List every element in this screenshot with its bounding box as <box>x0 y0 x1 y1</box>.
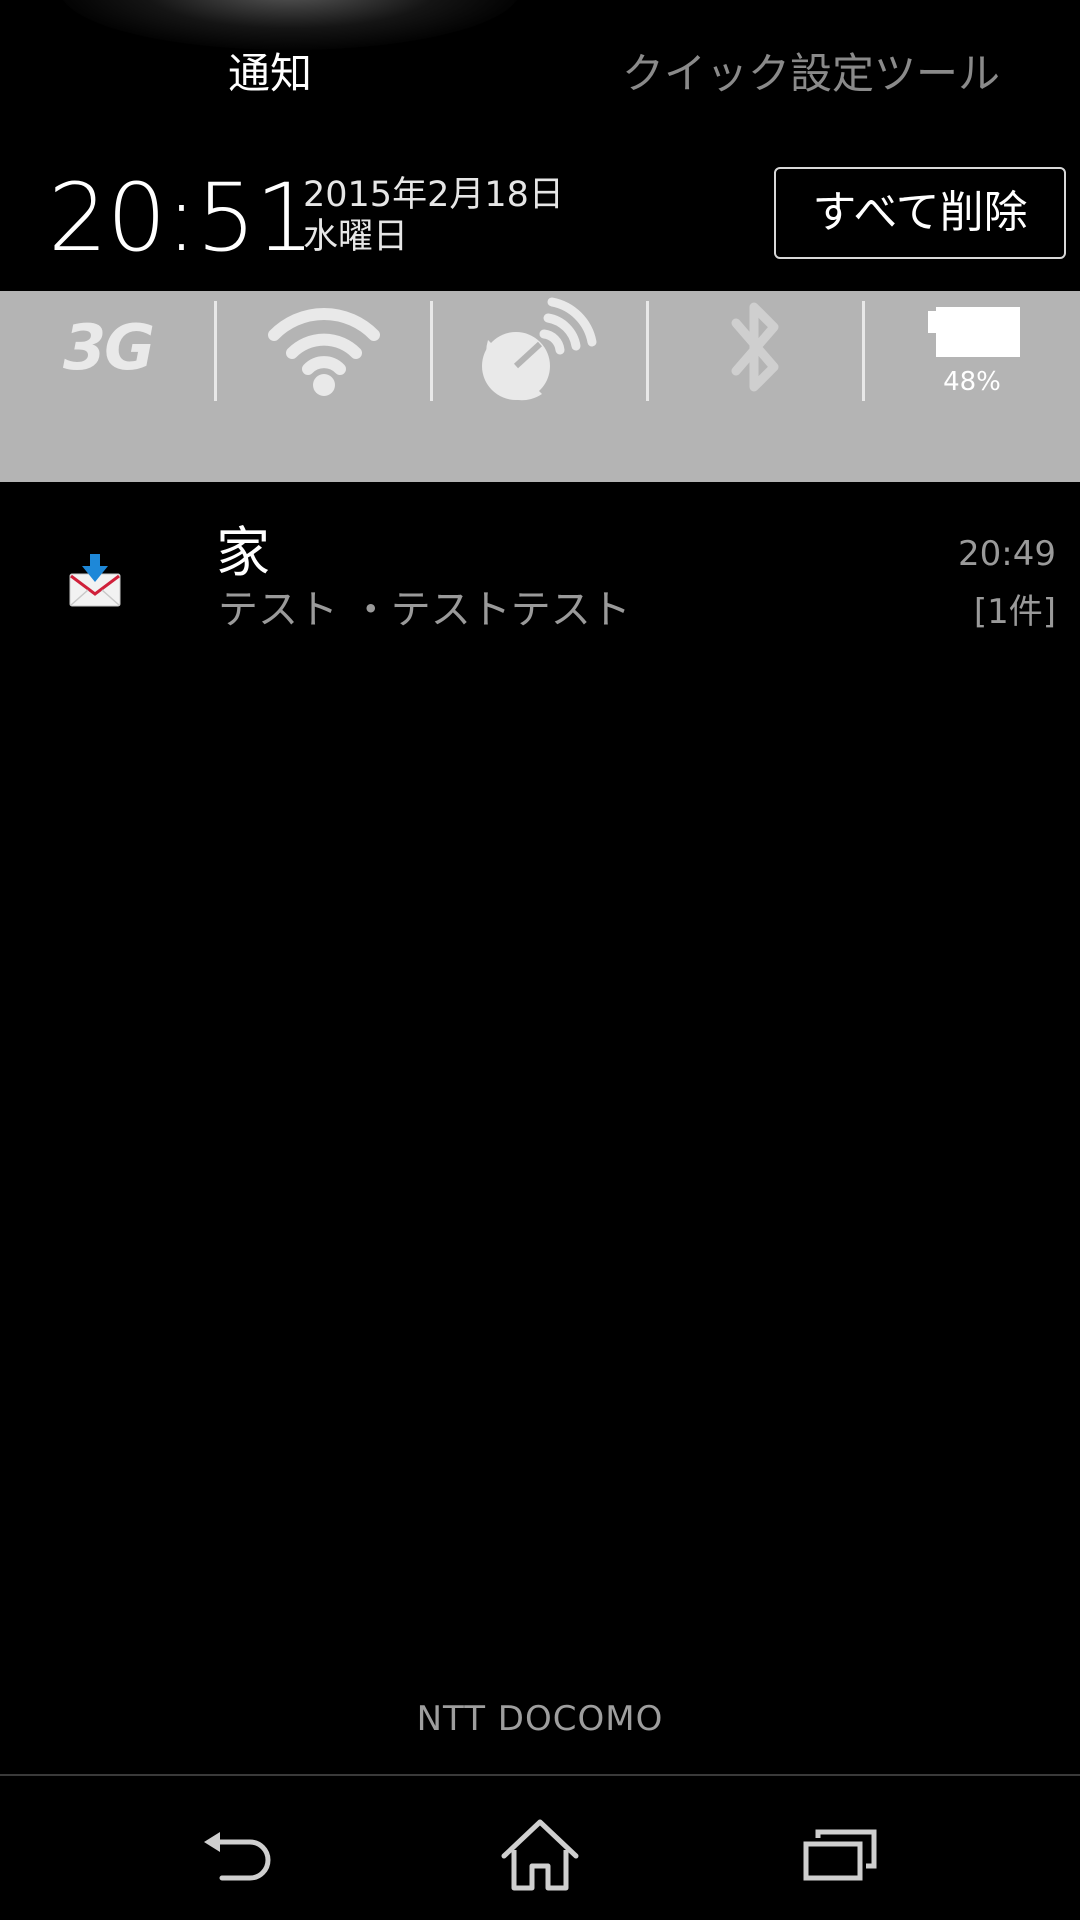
clock-time[interactable]: 20:51 <box>48 164 315 274</box>
wifi-icon <box>268 307 380 396</box>
navigation-bar <box>0 1774 1080 1920</box>
notification-time: 20:49 <box>958 534 1056 574</box>
battery-icon <box>928 307 1020 357</box>
battery-percent: 48% <box>943 367 1001 397</box>
notification-count: [1件] <box>973 592 1056 632</box>
battery-status[interactable]: 48% <box>864 291 1080 403</box>
recent-apps-icon <box>803 1829 877 1881</box>
gps-toggle[interactable] <box>432 291 648 403</box>
date-block[interactable]: 2015年2月18日 水曜日 <box>303 174 564 258</box>
back-button[interactable] <box>190 1814 290 1894</box>
recent-apps-button[interactable] <box>790 1814 890 1894</box>
home-button[interactable] <box>490 1814 590 1894</box>
notification-title: 家 <box>216 521 270 584</box>
back-icon <box>204 1832 271 1881</box>
mobile-data-toggle[interactable]: 3G <box>0 291 216 403</box>
tab-notifications[interactable]: 通知 <box>228 44 312 104</box>
clear-all-button[interactable]: すべて削除 <box>774 167 1066 259</box>
tab-quick-settings[interactable]: クイック設定ツール <box>622 44 1000 104</box>
carrier-label: NTT DOCOMO <box>416 1699 664 1739</box>
bluetooth-toggle[interactable] <box>648 291 864 403</box>
date-label: 2015年2月18日 <box>303 175 564 215</box>
home-icon <box>501 1819 579 1891</box>
gps-icon <box>482 297 597 401</box>
bluetooth-icon <box>731 302 779 392</box>
shade-tabs: 通知 クイック設定ツール <box>0 0 1080 140</box>
mail-download-icon <box>69 554 121 607</box>
quick-settings-bar: 3G 48% <box>0 291 1080 482</box>
clock-header: 20:51 2015年2月18日 水曜日 すべて削除 <box>0 140 1080 290</box>
notification-body: テスト ・テストテスト <box>218 587 631 633</box>
mobile-data-3g-icon: 3G <box>62 310 155 384</box>
notification-item[interactable]: 家 テスト ・テストテスト 20:49 [1件] <box>0 482 1080 642</box>
weekday-label: 水曜日 <box>303 217 409 257</box>
wifi-toggle[interactable] <box>216 291 432 403</box>
